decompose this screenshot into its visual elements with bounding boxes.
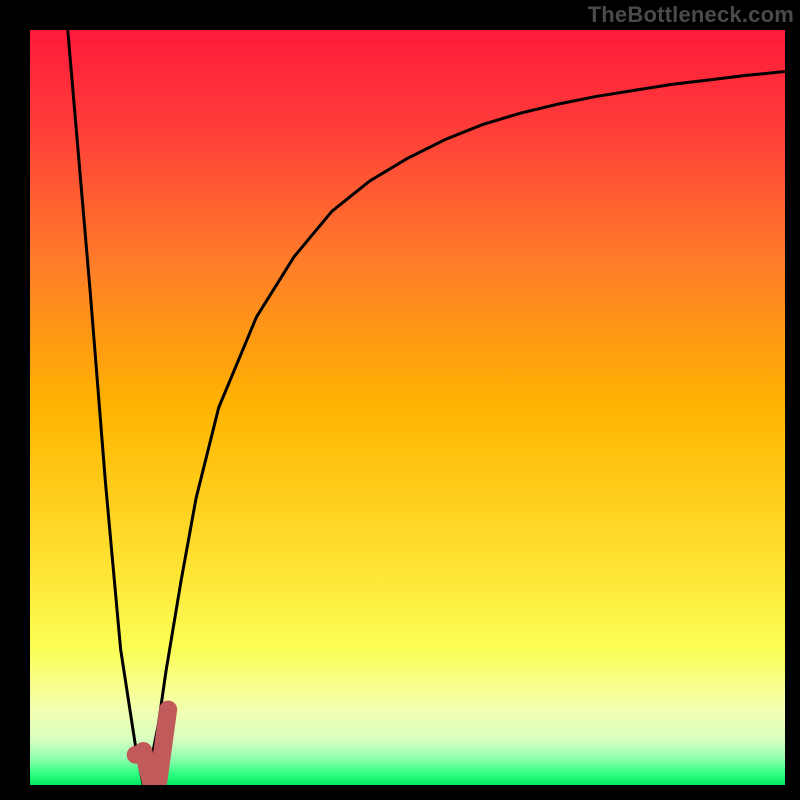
chart-svg [30, 30, 785, 785]
gradient-background [30, 30, 785, 785]
chart-container: TheBottleneck.com [0, 0, 800, 800]
plot-area [30, 30, 785, 785]
highlight-dot-icon [127, 746, 145, 764]
watermark-text: TheBottleneck.com [588, 2, 794, 28]
